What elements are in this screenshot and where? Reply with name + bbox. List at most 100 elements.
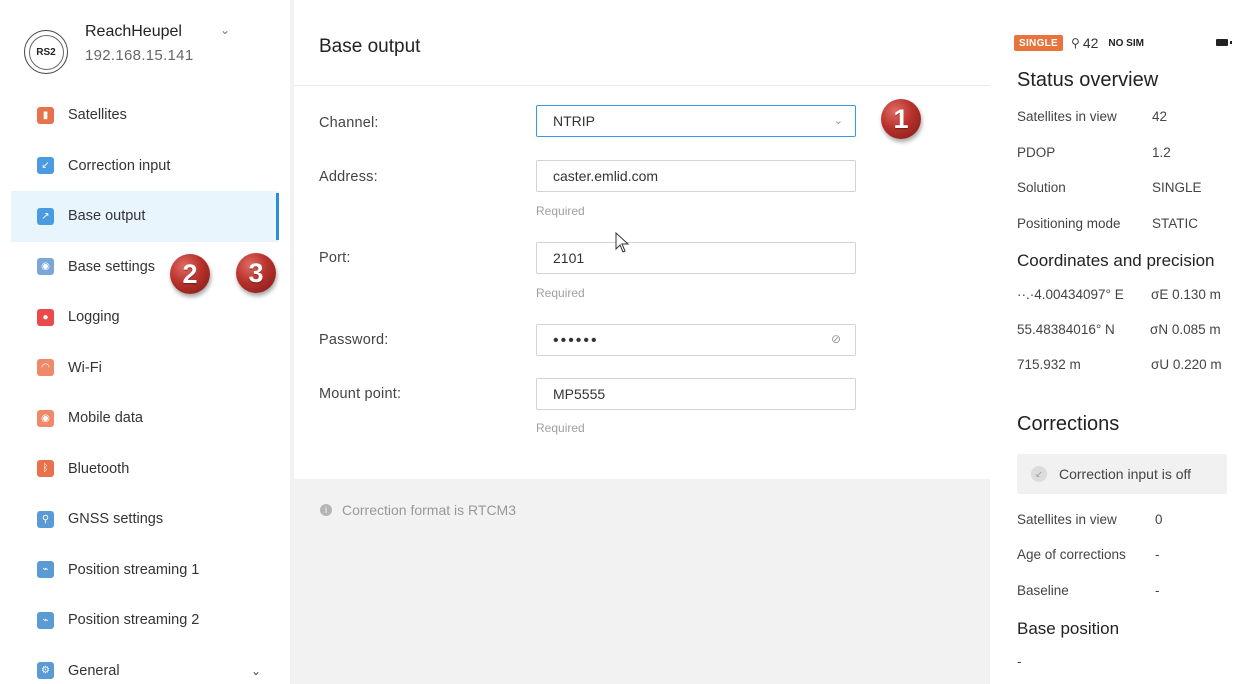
sidebar-item-gnss-settings[interactable]: ⚲ GNSS settings: [11, 494, 279, 545]
general-icon: ⚙: [37, 662, 54, 680]
mount-point-hint: Required: [536, 421, 585, 435]
battery-icon: [1216, 39, 1232, 46]
eye-off-icon[interactable]: ⊘: [831, 332, 841, 346]
solution-badge: SINGLE: [1014, 35, 1064, 51]
mobile-data-icon: ◉: [37, 409, 54, 427]
annotation-marker-1: 1: [881, 99, 921, 139]
status-value: STATIC: [1152, 216, 1198, 231]
device-model-badge: RS2: [24, 30, 68, 74]
device-ip: 192.168.15.141: [85, 47, 194, 64]
status-value: 42: [1152, 109, 1168, 124]
gnss-settings-icon: ⚲: [37, 510, 54, 528]
chevron-down-icon[interactable]: ⌄: [220, 23, 230, 37]
corrections-value: -: [1155, 583, 1160, 598]
address-value: caster.emlid.com: [553, 168, 659, 184]
page-title: Base output: [319, 36, 421, 57]
info-icon: i: [320, 504, 332, 516]
position-streaming-icon: ⌁: [37, 561, 54, 579]
sim-status: NO SIM: [1108, 37, 1144, 49]
sidebar-item-mobile-data[interactable]: ◉ Mobile data: [11, 393, 279, 444]
sidebar-item-bluetooth[interactable]: ᛒ Bluetooth: [11, 444, 279, 495]
chevron-down-icon[interactable]: ⌄: [251, 664, 261, 678]
position-streaming-icon: ⌁: [37, 611, 54, 629]
sidebar-item-position-streaming-1[interactable]: ⌁ Position streaming 1: [11, 545, 279, 596]
sidebar-item-label: Wi-Fi: [68, 359, 102, 376]
port-value: 2101: [553, 250, 585, 266]
precision-value: σN 0.085 m: [1150, 322, 1221, 337]
sidebar-item-correction-input[interactable]: ↙ Correction input: [11, 141, 279, 192]
correction-input-status: ↙ Correction input is off: [1017, 454, 1227, 494]
correction-input-icon: ↙: [37, 157, 54, 175]
sidebar-item-label: Base output: [68, 208, 146, 225]
correction-format-note: i Correction format is RTCM3: [320, 502, 516, 518]
sidebar-item-label: General: [68, 662, 120, 679]
correction-off-text: Correction input is off: [1059, 466, 1192, 482]
mount-point-input[interactable]: MP5555: [536, 378, 856, 410]
coordinate-value: ··.·4.00434097° E: [1017, 287, 1124, 302]
address-hint: Required: [536, 204, 585, 218]
address-input[interactable]: caster.emlid.com: [536, 160, 856, 192]
address-label: Address:: [319, 169, 378, 185]
status-key: PDOP: [1017, 145, 1056, 160]
device-name[interactable]: ReachHeupel: [85, 23, 182, 41]
status-value: 1.2: [1152, 145, 1171, 160]
logging-icon: ●: [37, 308, 54, 326]
chevron-down-icon: ⌄: [833, 115, 843, 127]
sidebar-item-logging[interactable]: ● Logging: [11, 292, 279, 343]
port-label: Port:: [319, 250, 351, 266]
wifi-icon: ◠: [37, 359, 54, 377]
satellites-icon: ▮: [37, 106, 54, 124]
corrections-key: Baseline: [1017, 583, 1069, 598]
mount-point-value: MP5555: [553, 386, 606, 402]
sidebar-item-general[interactable]: ⚙ General ⌄: [11, 646, 279, 684]
status-bar: SINGLE ⚲ 42 NO SIM: [1014, 33, 1232, 53]
corrections-title: Corrections: [1017, 413, 1120, 435]
card-header: Base output: [294, 0, 990, 86]
sidebar-item-satellites[interactable]: ▮ Satellites: [11, 90, 279, 141]
sidebar: RS2 ReachHeupel ⌄ 192.168.15.141 ▮ Satell…: [0, 0, 290, 684]
corrections-key: Satellites in view: [1017, 512, 1117, 527]
sidebar-item-label: Logging: [68, 309, 120, 326]
mouse-cursor-icon: [615, 232, 630, 253]
precision-value: σE 0.130 m: [1151, 287, 1221, 302]
base-position-title: Base position: [1017, 619, 1120, 638]
sidebar-item-label: Position streaming 2: [68, 612, 200, 629]
sidebar-item-position-streaming-2[interactable]: ⌁ Position streaming 2: [11, 595, 279, 646]
corrections-value: -: [1155, 547, 1160, 562]
sidebar-item-base-output[interactable]: ↗ Base output: [11, 191, 279, 242]
base-position-value: -: [1017, 654, 1022, 669]
sidebar-nav: ▮ Satellites ↙ Correction input ↗ Base output…: [11, 90, 279, 684]
status-key: Satellites in view: [1017, 109, 1117, 124]
password-label: Password:: [319, 332, 389, 348]
status-panel: SINGLE ⚲ 42 NO SIM Status overview Satel…: [990, 0, 1248, 684]
annotation-marker-2: 2: [170, 254, 210, 294]
coordinate-value: 715.932 m: [1017, 357, 1081, 372]
sidebar-item-label: Mobile data: [68, 410, 143, 427]
bluetooth-icon: ᛒ: [37, 460, 54, 478]
status-key: Positioning mode: [1017, 216, 1121, 231]
password-input[interactable]: •••••• ⊘: [536, 324, 856, 356]
port-hint: Required: [536, 286, 585, 300]
channel-value: NTRIP: [553, 113, 595, 129]
sidebar-item-wi-fi[interactable]: ◠ Wi-Fi: [11, 343, 279, 394]
base-output-icon: ↗: [37, 207, 54, 225]
sidebar-item-label: GNSS settings: [68, 511, 164, 528]
sidebar-item-label: Satellites: [68, 107, 127, 124]
port-input[interactable]: 2101: [536, 242, 856, 274]
main-content: Base output Channel: NTRIP ⌄ Address: ca…: [290, 0, 990, 684]
sidebar-item-label: Position streaming 1: [68, 561, 200, 578]
satellite-count: 42: [1082, 35, 1099, 51]
password-value: ••••••: [553, 332, 599, 349]
satellite-icon: ⚲: [1071, 36, 1080, 50]
channel-select[interactable]: NTRIP ⌄: [536, 105, 856, 137]
channel-label: Channel:: [319, 115, 379, 131]
status-overview-title: Status overview: [1017, 69, 1159, 91]
sidebar-item-label: Bluetooth: [68, 460, 130, 477]
status-value: SINGLE: [1152, 180, 1202, 195]
correction-off-icon: ↙: [1031, 466, 1047, 482]
sidebar-item-label: Base settings: [68, 258, 156, 275]
mount-point-label: Mount point:: [319, 386, 402, 402]
coordinate-value: 55.48384016° N: [1017, 322, 1115, 337]
corrections-key: Age of corrections: [1017, 547, 1126, 562]
sidebar-item-label: Correction input: [68, 157, 171, 174]
